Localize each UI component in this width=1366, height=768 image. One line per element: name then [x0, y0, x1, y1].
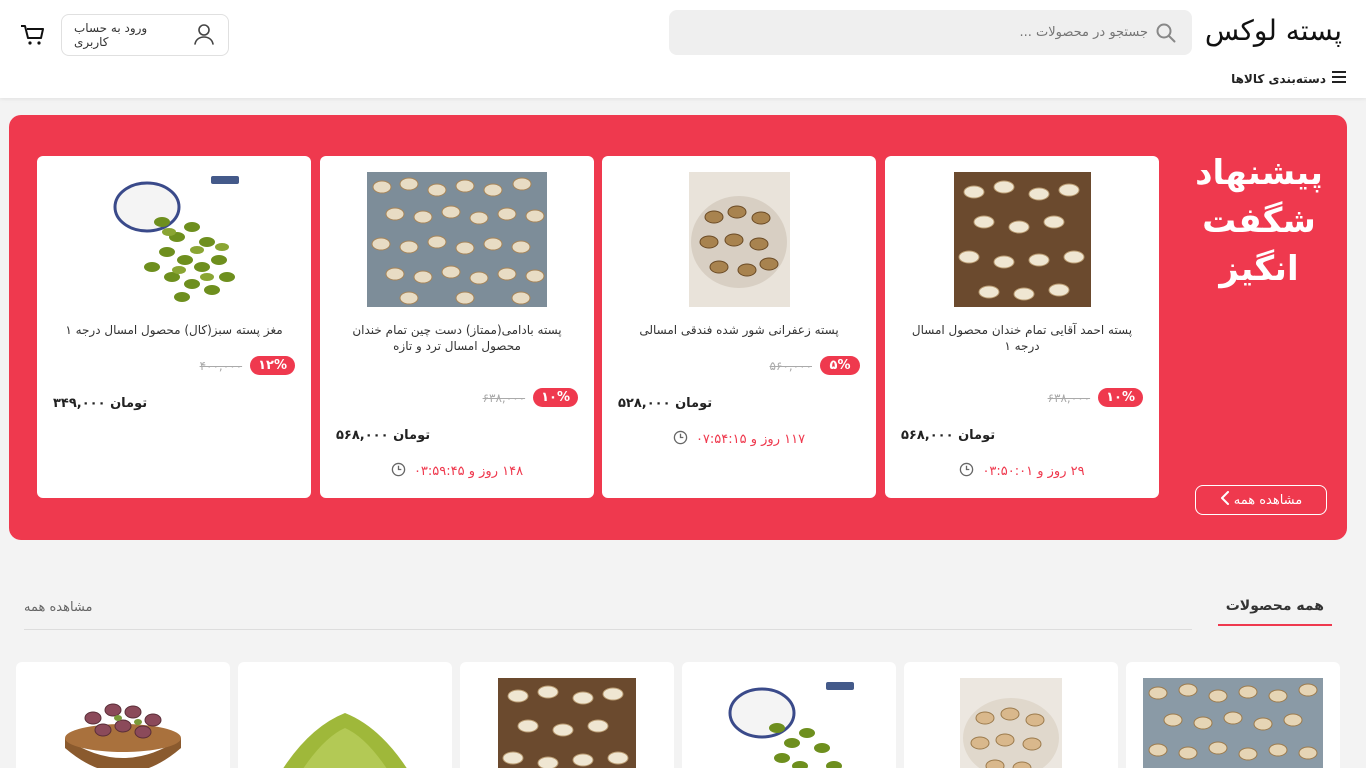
- timer-value: ۱۴۸ روز و ۰۳:۵۹:۴۵: [413, 464, 524, 479]
- amazing-offers-section: پیشنهاد شگفت انگیز مشاهده همه پسته احمد …: [9, 115, 1347, 540]
- product-title[interactable]: پسته زعفرانی شور شده فندقی امسالی: [618, 322, 860, 338]
- product-image[interactable]: [602, 172, 876, 307]
- product-image[interactable]: [320, 172, 594, 307]
- product-image[interactable]: [238, 678, 452, 768]
- login-label: ورود به حساب کاربری: [74, 21, 148, 49]
- price-row: ۶۳۸,۰۰۰ ۱۰%: [336, 388, 578, 407]
- product-image[interactable]: [460, 678, 674, 768]
- product-image[interactable]: [16, 678, 230, 768]
- menu-icon: [1332, 71, 1346, 86]
- product-title[interactable]: مغز پسته سبز(کال) محصول امسال درجه ۱: [53, 322, 295, 338]
- clock-icon: [959, 462, 974, 481]
- discount-badge: ۵%: [820, 356, 860, 375]
- deal-card[interactable]: پسته احمد آقایی تمام خندان محصول امسال د…: [885, 156, 1159, 498]
- price-row: ۴۰۰,۰۰۰ ۱۲%: [53, 356, 295, 375]
- discount-badge: ۱۰%: [1098, 388, 1143, 407]
- categories-label: دسته‌بندی کالاها: [1231, 71, 1326, 86]
- cart-icon[interactable]: [20, 24, 44, 50]
- product-title[interactable]: پسته بادامی(ممتاز) دست چین تمام خندان مح…: [336, 322, 578, 354]
- price-row: ۶۳۸,۰۰۰ ۱۰%: [901, 388, 1143, 407]
- timer-value: ۱۱۷ روز و ۰۷:۵۴:۱۵: [695, 432, 806, 447]
- amazing-title-line-1: پیشنهاد: [1195, 153, 1323, 193]
- product-card[interactable]: [238, 662, 452, 768]
- countdown-timer: ۲۹ روز و ۰۳:۵۰:۰۱: [885, 462, 1159, 481]
- countdown-timer: ۱۱۷ روز و ۰۷:۵۴:۱۵: [602, 430, 876, 449]
- amazing-title-line-3: انگیز: [1219, 249, 1299, 289]
- user-icon: [192, 22, 216, 49]
- product-price: ۵۲۸,۰۰۰ تومان: [618, 396, 713, 411]
- product-card[interactable]: [904, 662, 1118, 768]
- product-image[interactable]: [682, 678, 896, 768]
- login-button[interactable]: ورود به حساب کاربری: [61, 14, 229, 56]
- product-title[interactable]: پسته احمد آقایی تمام خندان محصول امسال د…: [901, 322, 1143, 354]
- discount-badge: ۱۰%: [533, 388, 578, 407]
- deal-card[interactable]: پسته زعفرانی شور شده فندقی امسالی ۵۶۰,۰۰…: [602, 156, 876, 498]
- old-price: ۴۰۰,۰۰۰: [199, 358, 243, 373]
- countdown-timer: ۱۴۸ روز و ۰۳:۵۹:۴۵: [320, 462, 594, 481]
- amazing-view-all-label: مشاهده همه: [1233, 492, 1303, 508]
- chevron-left-icon: [1220, 491, 1230, 509]
- deal-card[interactable]: مغز پسته سبز(کال) محصول امسال درجه ۱ ۴۰۰…: [37, 156, 311, 498]
- product-price: ۵۶۸,۰۰۰ تومان: [336, 428, 431, 443]
- timer-value: ۲۹ روز و ۰۳:۵۰:۰۱: [982, 464, 1085, 479]
- site-header: پسته لوکس ورود به حساب کاربری دسته‌بندی …: [0, 0, 1366, 98]
- search-box[interactable]: [669, 10, 1192, 55]
- discount-badge: ۱۲%: [250, 356, 295, 375]
- deal-card[interactable]: پسته بادامی(ممتاز) دست چین تمام خندان مح…: [320, 156, 594, 498]
- amazing-offers-title: پیشنهاد شگفت انگیز: [1189, 149, 1329, 293]
- product-image[interactable]: [1126, 678, 1340, 768]
- old-price: ۶۳۸,۰۰۰: [1047, 390, 1091, 405]
- all-products-title[interactable]: همه محصولات: [1217, 598, 1332, 626]
- product-image[interactable]: [37, 172, 311, 307]
- product-card[interactable]: [1126, 662, 1340, 768]
- all-products-header: همه محصولات مشاهده همه: [24, 598, 1332, 630]
- product-image[interactable]: [885, 172, 1159, 307]
- amazing-title-line-2: شگفت: [1202, 201, 1316, 241]
- price-row: ۵۶۰,۰۰۰ ۵%: [618, 356, 860, 375]
- categories-menu[interactable]: دسته‌بندی کالاها: [1231, 71, 1346, 86]
- product-price: ۳۴۹,۰۰۰ تومان: [53, 396, 148, 411]
- search-input[interactable]: [669, 10, 1192, 55]
- clock-icon: [673, 430, 688, 449]
- product-card[interactable]: [460, 662, 674, 768]
- site-logo[interactable]: پسته لوکس: [1205, 14, 1342, 47]
- old-price: ۶۳۸,۰۰۰: [482, 390, 526, 405]
- section-divider: [24, 629, 1192, 630]
- product-card[interactable]: [16, 662, 230, 768]
- amazing-view-all-button[interactable]: مشاهده همه: [1195, 485, 1327, 515]
- product-price: ۵۶۸,۰۰۰ تومان: [901, 428, 996, 443]
- old-price: ۵۶۰,۰۰۰: [769, 358, 813, 373]
- product-card[interactable]: [682, 662, 896, 768]
- all-products-view-all-link[interactable]: مشاهده همه: [24, 600, 93, 615]
- clock-icon: [391, 462, 406, 481]
- product-image[interactable]: [904, 678, 1118, 768]
- search-icon[interactable]: [1156, 23, 1176, 47]
